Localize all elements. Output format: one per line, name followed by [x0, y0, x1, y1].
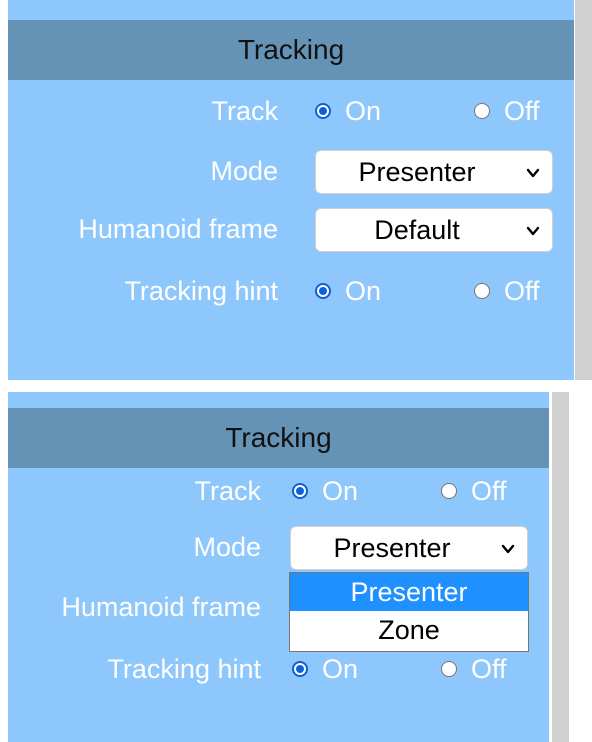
mode-select[interactable]: Presenter: [315, 150, 553, 194]
track-on-radio[interactable]: On: [315, 86, 381, 136]
panel-header: Tracking: [8, 20, 574, 80]
track-on-radio[interactable]: On: [292, 466, 358, 516]
humanoid-frame-label: Humanoid frame: [61, 592, 261, 622]
mode-row: Mode Presenter: [8, 146, 574, 196]
chevron-down-icon: [526, 168, 540, 178]
radio-checked-icon: [315, 102, 331, 119]
panel-top-strip: [8, 0, 574, 16]
radio-checked-icon: [315, 282, 331, 299]
track-row: Track On Off: [8, 466, 549, 516]
scrollbar-top[interactable]: [575, 0, 592, 380]
humanoid-frame-select[interactable]: Default: [315, 208, 553, 252]
radio-unchecked-icon: [441, 482, 457, 499]
chevron-down-icon: [526, 226, 540, 236]
tracking-hint-label: Tracking hint: [124, 276, 278, 306]
track-off-radio[interactable]: Off: [441, 466, 507, 516]
tracking-panel-bottom: Tracking Track On Off Mode Presenter Hum…: [8, 392, 549, 742]
mode-select-value: Presenter: [333, 533, 451, 563]
panel-header: Tracking: [8, 408, 549, 468]
mode-label: Mode: [210, 156, 278, 186]
scrollbar-bottom[interactable]: [552, 392, 569, 742]
radio-unchecked-icon: [441, 660, 457, 677]
tracking-hint-row: Tracking hint On Off: [8, 266, 574, 316]
panel-top-strip: [8, 392, 549, 402]
track-label: Track: [194, 476, 262, 506]
tracking-hint-on-label: On: [345, 276, 382, 306]
tracking-hint-off-radio[interactable]: Off: [474, 266, 540, 316]
track-on-label: On: [345, 96, 382, 126]
tracking-hint-off-label: Off: [471, 654, 507, 684]
radio-checked-icon: [292, 482, 308, 499]
tracking-hint-off-label: Off: [504, 276, 540, 306]
track-label: Track: [211, 96, 279, 126]
mode-row: Mode Presenter: [8, 522, 549, 572]
radio-unchecked-icon: [474, 282, 490, 299]
track-off-radio[interactable]: Off: [474, 86, 540, 136]
mode-dropdown-list: Presenter Zone: [289, 572, 529, 652]
mode-option-zone[interactable]: Zone: [290, 611, 528, 649]
humanoid-frame-row: Humanoid frame Default: [8, 204, 574, 254]
mode-label: Mode: [193, 532, 261, 562]
chevron-down-icon: [501, 544, 515, 554]
tracking-hint-label: Tracking hint: [107, 654, 261, 684]
humanoid-frame-select-value: Default: [374, 215, 460, 245]
mode-select-value: Presenter: [358, 157, 476, 187]
track-on-label: On: [322, 476, 359, 506]
tracking-panel-top: Tracking Track On Off Mode Presenter Hum…: [8, 0, 574, 380]
mode-option-presenter[interactable]: Presenter: [290, 573, 528, 611]
track-off-label: Off: [471, 476, 507, 506]
radio-unchecked-icon: [474, 102, 490, 119]
mode-select[interactable]: Presenter: [290, 526, 528, 570]
track-off-label: Off: [504, 96, 540, 126]
humanoid-frame-label: Humanoid frame: [78, 214, 278, 244]
tracking-hint-on-label: On: [322, 654, 359, 684]
tracking-hint-on-radio[interactable]: On: [315, 266, 381, 316]
radio-checked-icon: [292, 660, 308, 677]
track-row: Track On Off: [8, 86, 574, 136]
